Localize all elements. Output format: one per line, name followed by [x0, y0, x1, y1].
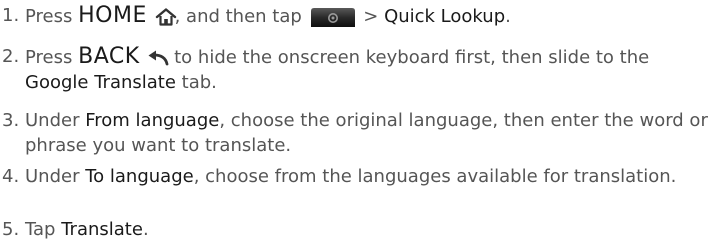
- step-text: Under From language, choose the original…: [25, 108, 715, 158]
- step-number: 4.: [2, 166, 20, 187]
- key-name: BACK: [78, 44, 140, 69]
- step-number: 1.: [2, 5, 20, 26]
- apps-button-icon: [309, 6, 357, 28]
- step-text-mid: , and then tap: [174, 6, 308, 27]
- back-arrow-icon: [146, 49, 170, 67]
- step-text-pre: Press: [25, 6, 79, 27]
- step-text-pre: Under: [25, 110, 86, 131]
- step-target: Google Translate: [25, 72, 176, 93]
- step-target: Translate: [61, 219, 143, 240]
- step-text: Press HOME , and then tap > Quick Lookup…: [25, 3, 715, 29]
- step-number: 2.: [2, 46, 20, 67]
- step-text-end: , choose from the languages available fo…: [193, 166, 677, 187]
- step-text-pre: Under: [25, 166, 86, 187]
- step-text-mid: to hide the onscreen keyboard first, the…: [168, 47, 650, 68]
- step-text-end: tab.: [175, 72, 217, 93]
- step-text: Tap Translate.: [25, 217, 715, 242]
- step-text-sep: >: [357, 6, 385, 27]
- step-target: To language: [85, 166, 194, 187]
- step-text: Press BACK to hide the onscreen keyboard…: [25, 44, 715, 95]
- step-text-pre: Press: [25, 47, 79, 68]
- step-text-end: .: [142, 219, 149, 240]
- step-text-pre: Tap: [25, 219, 62, 240]
- step-text-end: .: [505, 6, 511, 27]
- step-number: 5.: [2, 219, 20, 240]
- step-number: 3.: [2, 110, 20, 131]
- step-target: From language: [85, 110, 220, 131]
- key-name: HOME: [78, 3, 147, 28]
- step-text: Under To language, choose from the langu…: [25, 164, 715, 189]
- step-target: Quick Lookup: [384, 6, 506, 27]
- home-icon: [155, 8, 177, 26]
